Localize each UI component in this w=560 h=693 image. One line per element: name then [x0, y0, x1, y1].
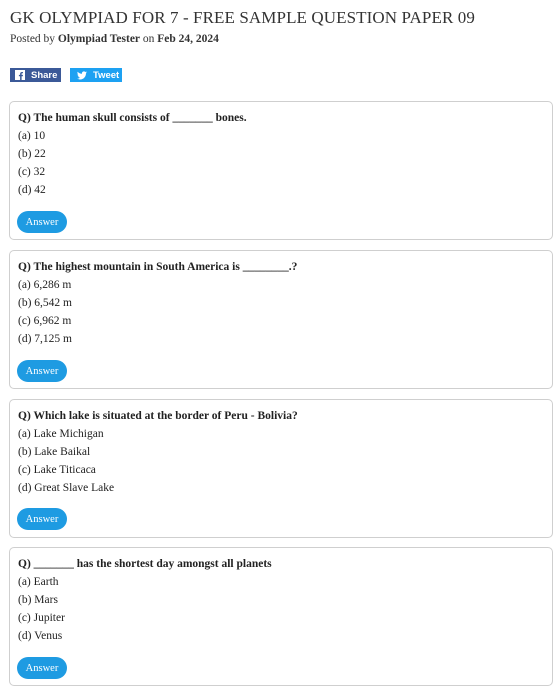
option-d: (d) 7,125 m	[18, 333, 72, 345]
question-text: Q) The highest mountain in South America…	[18, 261, 298, 273]
option-a: (a) Earth	[18, 576, 59, 588]
twitter-icon	[77, 69, 87, 81]
facebook-icon	[15, 69, 25, 81]
post-meta: Posted by Olympiad Tester on Feb 24, 202…	[10, 33, 219, 45]
option-b: (b) 6,542 m	[18, 297, 72, 309]
option-a: (a) 10	[18, 130, 46, 142]
question-text: Q) The human skull consists of _______ b…	[18, 112, 247, 124]
on-label: on	[142, 33, 155, 45]
posted-by-label: Posted by	[10, 33, 56, 45]
option-d: (d) Great Slave Lake	[18, 482, 115, 494]
option-d: (d) Venus	[18, 630, 63, 642]
option-c: (c) Lake Titicaca	[18, 464, 96, 476]
facebook-share-button[interactable]: Share	[10, 68, 61, 82]
question-card: Q) _______ has the shortest day amongst …	[9, 547, 553, 686]
question-text: Q) Which lake is situated at the border …	[18, 410, 298, 422]
option-c: (c) 6,962 m	[18, 315, 72, 327]
answer-button[interactable]: Answer	[17, 657, 67, 679]
question-text: Q) _______ has the shortest day amongst …	[18, 558, 272, 570]
answer-button[interactable]: Answer	[17, 360, 67, 382]
question-card: Q) The highest mountain in South America…	[9, 250, 553, 389]
option-c: (c) Jupiter	[18, 612, 65, 624]
share-bar: Share Tweet	[10, 68, 122, 82]
facebook-share-label: Share	[31, 69, 58, 81]
option-d: (d) 42	[18, 184, 46, 196]
twitter-tweet-button[interactable]: Tweet	[70, 68, 122, 82]
author-name: Olympiad Tester	[57, 33, 141, 45]
option-b: (b) Lake Baikal	[18, 446, 91, 458]
post-date: Feb 24, 2024	[157, 33, 219, 45]
option-c: (c) 32	[18, 166, 46, 178]
option-b: (b) 22	[18, 148, 46, 160]
page-title: GK OLYMPIAD FOR 7 - FREE SAMPLE QUESTION…	[10, 8, 475, 27]
question-card: Q) The human skull consists of _______ b…	[9, 101, 553, 240]
option-a: (a) 6,286 m	[18, 279, 72, 291]
question-card: Q) Which lake is situated at the border …	[9, 399, 553, 538]
option-a: (a) Lake Michigan	[18, 428, 104, 440]
answer-button[interactable]: Answer	[17, 508, 67, 530]
option-b: (b) Mars	[18, 594, 58, 606]
twitter-tweet-label: Tweet	[93, 69, 120, 81]
answer-button[interactable]: Answer	[17, 211, 67, 233]
